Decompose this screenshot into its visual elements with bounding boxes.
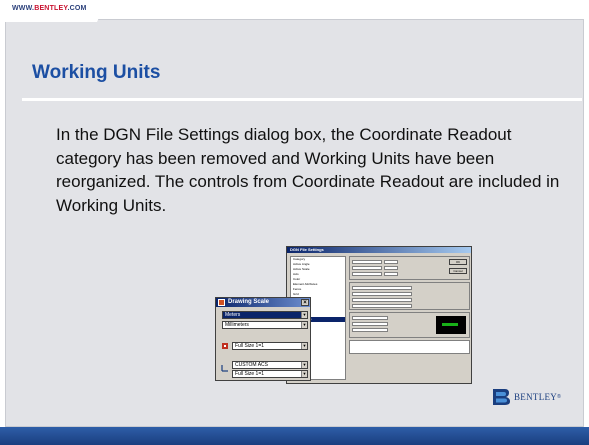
chevron-down-icon: ▼ [301, 371, 307, 377]
sub-unit-select: Millimeters ▼ [222, 321, 308, 329]
dgn-cancel-button: Cancel [449, 268, 467, 274]
drawing-scale-app-icon [218, 299, 225, 306]
bentley-b-icon [493, 389, 510, 405]
scale-icon [221, 342, 229, 350]
slide-body-text: In the DGN File Settings dialog box, the… [56, 125, 560, 215]
scale-value: Full Size 1=1 [235, 343, 265, 349]
bottom-bar [0, 427, 589, 445]
drawing-scale-screenshot: Drawing Scale × Meters ▼ Millimeters ▼ Ful… [215, 297, 311, 381]
description-group [349, 340, 470, 354]
acs-select: CUSTOM ACS ▼ [232, 361, 308, 369]
trademark-symbol: ® [557, 394, 561, 400]
slide-title: Working Units [32, 62, 161, 83]
master-unit-select: Meters ▼ [222, 311, 308, 319]
angles-group [349, 312, 470, 338]
drawing-scale-titlebar: Drawing Scale × [216, 298, 310, 307]
slide: WWW.BENTLEY.COM Working Units In the DGN… [0, 0, 589, 445]
master-unit-value: Meters [225, 312, 241, 318]
units-group: OK Cancel [349, 256, 470, 280]
website-url: WWW.BENTLEY.COM [0, 0, 107, 22]
acs-icon [221, 364, 229, 372]
chevron-down-icon: ▼ [301, 322, 307, 328]
dgn-file-settings-screenshot: DGN File Settings Category Active Angle … [286, 246, 472, 384]
drawing-scale-title: Drawing Scale [228, 299, 270, 305]
acs-value: CUSTOM ACS [235, 362, 268, 368]
chevron-down-icon: ▼ [301, 312, 307, 318]
bentley-logo: BENTLEY ® [490, 384, 561, 410]
close-icon: × [301, 299, 309, 306]
dgn-ok-button: OK [449, 259, 467, 265]
scale-select: Full Size 1=1 ▼ [232, 342, 308, 350]
acs-scale-select: Full Size 1=1 ▼ [232, 370, 308, 378]
title-divider [22, 98, 582, 101]
acs-scale-value: Full Size 1=1 [235, 371, 265, 377]
angle-preview [436, 316, 466, 334]
advanced-group [349, 282, 470, 310]
url-prefix: WWW. [12, 5, 35, 12]
bentley-wordmark: BENTLEY [514, 392, 558, 402]
dgn-settings-panel: OK Cancel [349, 256, 470, 382]
url-brand: BENTLEY [34, 5, 68, 12]
url-suffix: .COM [67, 5, 87, 12]
chevron-down-icon: ▼ [301, 343, 307, 349]
sub-unit-value: Millimeters [225, 322, 249, 328]
dgn-dialog-title: DGN File Settings [287, 247, 471, 253]
chevron-down-icon: ▼ [301, 362, 307, 368]
